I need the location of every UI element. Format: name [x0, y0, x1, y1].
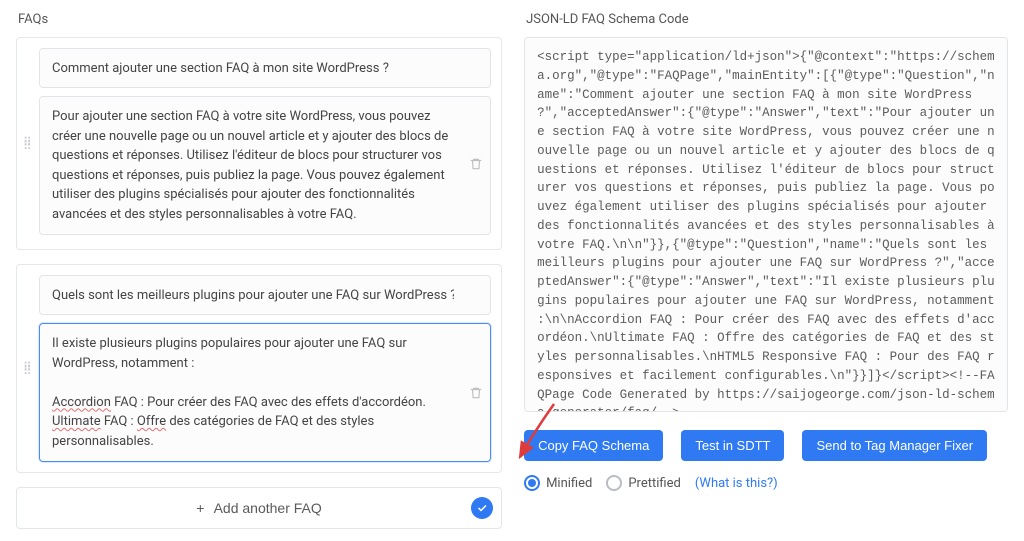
radio-icon [606, 475, 622, 491]
add-faq-button[interactable]: + Add another FAQ [16, 487, 502, 529]
drag-handle-icon[interactable]: ⠿⠿ [23, 365, 34, 373]
add-faq-label: Add another FAQ [214, 500, 322, 516]
send-tagmanager-button[interactable]: Send to Tag Manager Fixer [802, 430, 987, 461]
test-sdtt-button[interactable]: Test in SDTT [681, 430, 784, 461]
faq-question-input[interactable] [39, 275, 491, 315]
faq-question-input[interactable] [39, 48, 491, 88]
copy-schema-button[interactable]: Copy FAQ Schema [524, 430, 663, 461]
faq-card: ⠿⠿ Il existe plusieurs plugins populaire… [16, 264, 502, 473]
radio-label: Prettified [628, 476, 680, 491]
radio-prettified[interactable]: Prettified [606, 475, 680, 491]
help-link[interactable]: (What is this?) [695, 476, 778, 491]
faq-answer-input[interactable]: Il existe plusieurs plugins populaires p… [39, 323, 491, 462]
trash-icon[interactable] [469, 386, 483, 400]
faq-answer-input[interactable]: Pour ajouter une section FAQ à votre sit… [39, 96, 491, 235]
code-title: JSON-LD FAQ Schema Code [526, 12, 1008, 27]
plus-icon: + [196, 500, 204, 516]
radio-minified[interactable]: Minified [524, 475, 592, 491]
trash-icon[interactable] [469, 157, 483, 171]
drag-handle-icon[interactable]: ⠿⠿ [23, 140, 34, 148]
schema-code-output[interactable]: <script type="application/ld+json">{"@co… [524, 37, 1008, 412]
radio-label: Minified [546, 476, 592, 491]
faq-card: ⠿⠿ Pour ajouter une section FAQ à votre … [16, 37, 502, 250]
faqs-title: FAQs [18, 12, 502, 27]
radio-icon [524, 475, 540, 491]
check-icon [471, 497, 493, 519]
